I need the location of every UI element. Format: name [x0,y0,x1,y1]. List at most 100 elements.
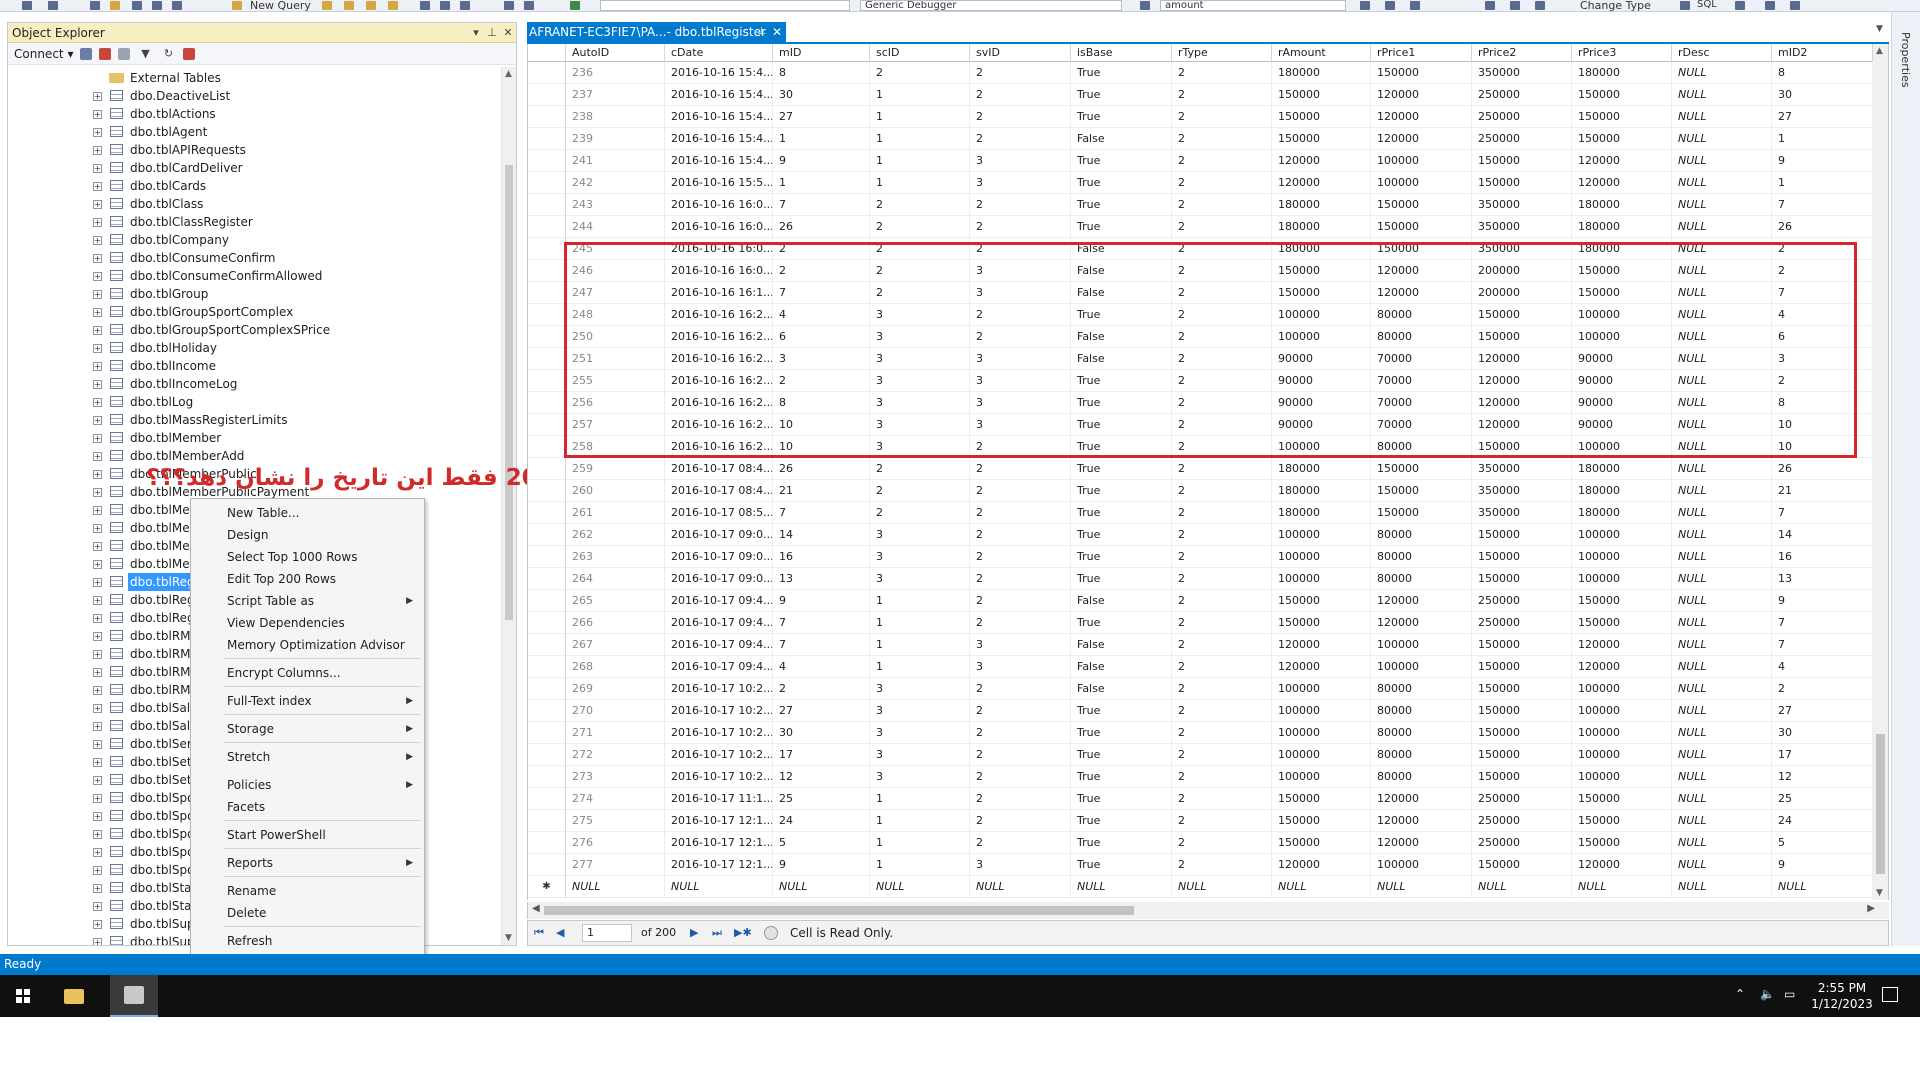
cell-rprice2[interactable]: 350000 [1472,480,1572,502]
expand-icon[interactable]: + [93,884,102,893]
cell-ramount[interactable]: 180000 [1272,480,1371,502]
cell-rprice1[interactable]: 150000 [1371,458,1472,480]
cell-autoid[interactable]: 273 [566,766,665,788]
tree-item-table[interactable]: + dbo.tblHoliday [8,339,502,357]
row-selector[interactable] [528,150,566,172]
row-selector[interactable] [528,810,566,832]
cell-rdesc[interactable]: NULL [1672,348,1772,370]
cell-rprice1[interactable]: 80000 [1371,436,1472,458]
cell-ramount[interactable]: 100000 [1272,744,1371,766]
cell-rprice1[interactable]: 100000 [1371,854,1472,876]
cell-rprice1[interactable]: 100000 [1371,150,1472,172]
cell-isbase[interactable]: False [1071,282,1172,304]
forward-icon[interactable] [48,1,58,10]
cell-rtype[interactable]: 2 [1172,656,1272,678]
verify-sql-icon[interactable] [1735,1,1745,10]
new-record-icon[interactable]: ▶✱ [734,926,752,939]
cell-rdesc[interactable]: NULL [1672,854,1772,876]
cell-scid[interactable]: 1 [870,106,970,128]
disconnect-icon[interactable] [99,47,112,60]
cell-cdate[interactable]: 2016-10-16 15:4... [665,106,773,128]
cell-rprice2[interactable]: 150000 [1472,546,1572,568]
cell-ramount[interactable]: 100000 [1272,436,1371,458]
expand-icon[interactable]: + [93,488,102,497]
file-explorer-icon[interactable] [64,989,84,1004]
cell-rprice3[interactable]: 180000 [1572,216,1672,238]
cell-mid[interactable]: 4 [773,656,870,678]
cell-scid[interactable]: 1 [870,634,970,656]
cell-rdesc[interactable]: NULL [1672,480,1772,502]
cell-scid[interactable]: 2 [870,260,970,282]
paste-icon[interactable] [460,1,470,10]
cell-rtype[interactable]: 2 [1172,194,1272,216]
expand-icon[interactable]: + [93,704,102,713]
cell-rdesc[interactable]: NULL [1672,524,1772,546]
cell-svid[interactable]: 2 [970,700,1071,722]
cell-cdate[interactable]: 2016-10-17 10:2... [665,700,773,722]
cell-cdate[interactable]: 2016-10-17 09:4... [665,612,773,634]
cell-rprice1[interactable]: 150000 [1371,216,1472,238]
column-header-rprice3[interactable]: rPrice3 [1572,44,1672,62]
tree-item-table[interactable]: + dbo.tblGroup [8,285,502,303]
cell-rprice3[interactable]: NULL [1572,876,1672,898]
new-project-icon[interactable] [90,1,100,10]
cell-svid[interactable]: 2 [970,216,1071,238]
cell-scid[interactable]: 1 [870,832,970,854]
cell-rprice3[interactable]: 150000 [1572,128,1672,150]
cell-svid[interactable]: 2 [970,502,1071,524]
new-row-selector[interactable]: ✱ [528,876,566,898]
cell-ramount[interactable]: 100000 [1272,326,1371,348]
show-criteria-icon[interactable] [1510,1,1520,10]
scroll-thumb[interactable] [1876,734,1885,874]
cell-isbase[interactable]: True [1071,304,1172,326]
cell-rprice3[interactable]: 150000 [1572,590,1672,612]
row-selector[interactable] [528,656,566,678]
expand-icon[interactable]: + [93,650,102,659]
menu-item-storage[interactable]: Storage ▶ [192,719,423,740]
cell-rtype[interactable]: 2 [1172,502,1272,524]
cell-ramount[interactable]: 100000 [1272,546,1371,568]
cell-autoid[interactable]: 237 [566,84,665,106]
cell-mid[interactable]: 16 [773,546,870,568]
cell-autoid[interactable]: 272 [566,744,665,766]
row-selector[interactable] [528,546,566,568]
cell-isbase[interactable]: True [1071,436,1172,458]
cell-scid[interactable]: 3 [870,722,970,744]
cell-isbase[interactable]: False [1071,634,1172,656]
cell-ramount[interactable]: 90000 [1272,414,1371,436]
cell-rprice3[interactable]: 150000 [1572,788,1672,810]
cell-scid[interactable]: 3 [870,414,970,436]
cell-rdesc[interactable]: NULL [1672,546,1772,568]
cell-rdesc[interactable]: NULL [1672,568,1772,590]
cell-rprice2[interactable]: 250000 [1472,590,1572,612]
cell-rprice1[interactable]: 150000 [1371,62,1472,84]
cell-rprice1[interactable]: 80000 [1371,326,1472,348]
cell-mid2[interactable]: 2 [1772,238,1873,260]
cell-mid2[interactable]: 12 [1772,766,1873,788]
column-header-scid[interactable]: scID [870,44,970,62]
menu-item-start-powershell[interactable]: Start PowerShell [192,825,423,846]
cell-rtype[interactable]: 2 [1172,744,1272,766]
cell-mid[interactable]: 1 [773,172,870,194]
grid-horizontal-scrollbar[interactable]: ◀ ▶ [527,902,1889,919]
cell-rprice2[interactable]: NULL [1472,876,1572,898]
cell-autoid[interactable]: 268 [566,656,665,678]
current-record-input[interactable]: 1 [582,924,632,942]
cell-isbase[interactable]: True [1071,194,1172,216]
cell-svid[interactable]: 3 [970,854,1071,876]
cell-rtype[interactable]: 2 [1172,348,1272,370]
cell-rprice3[interactable]: 150000 [1572,84,1672,106]
cell-cdate[interactable]: 2016-10-17 10:2... [665,744,773,766]
menu-item-memory-optimization-advisor[interactable]: Memory Optimization Advisor [192,635,423,656]
expand-icon[interactable]: + [93,164,102,173]
close-icon[interactable]: ✕ [500,26,516,39]
expand-icon[interactable]: + [93,398,102,407]
cell-rdesc[interactable]: NULL [1672,876,1772,898]
properties-side-tab[interactable]: Properties [1891,12,1920,946]
connect-object-icon[interactable] [80,47,93,60]
cell-mid2[interactable]: 1 [1772,172,1873,194]
cell-svid[interactable]: 2 [970,84,1071,106]
cell-scid[interactable]: 1 [870,788,970,810]
expand-icon[interactable]: + [93,380,102,389]
cell-rprice2[interactable]: 150000 [1472,744,1572,766]
